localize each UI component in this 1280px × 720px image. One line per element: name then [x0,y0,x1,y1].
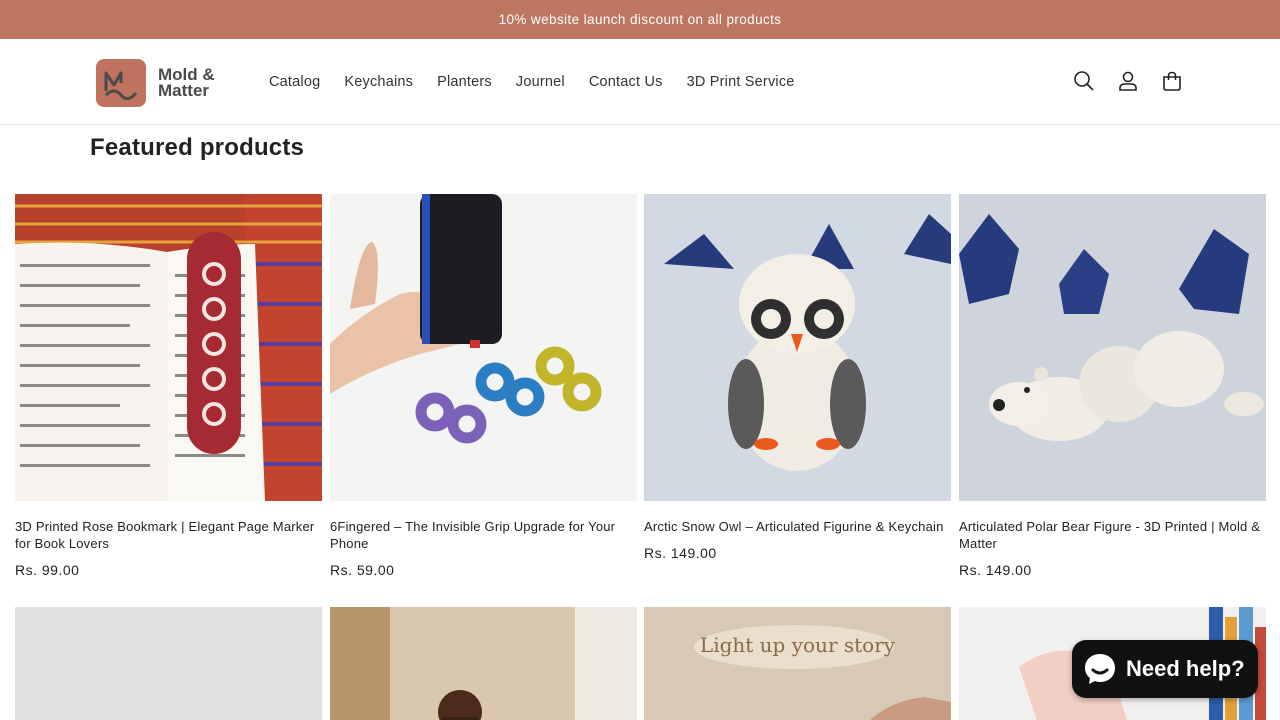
section-title: Featured products [90,134,305,161]
product-price: Rs. 149.00 [959,562,1032,578]
product-card[interactable] [330,607,637,720]
product-title[interactable]: 6Fingered – The Invisible Grip Upgrade f… [330,518,637,552]
product-image[interactable] [15,607,322,720]
product-image[interactable] [644,194,951,501]
product-card[interactable]: Light up your story [644,607,951,720]
product-card[interactable] [15,607,322,720]
product-image[interactable] [330,607,637,720]
product-title[interactable]: 3D Printed Rose Bookmark | Elegant Page … [15,518,322,552]
nav-journel[interactable]: Journel [516,74,565,90]
product-card[interactable]: 3D Printed Rose Bookmark | Elegant Page … [15,194,322,578]
product-card[interactable]: 6Fingered – The Invisible Grip Upgrade f… [330,194,637,578]
image-overlay-text: Light up your story [699,633,896,657]
chat-help-label: Need help? [1126,656,1245,681]
nav-catalog[interactable]: Catalog [269,74,320,90]
nav-keychains[interactable]: Keychains [344,74,413,90]
product-title[interactable]: Arctic Snow Owl – Articulated Figurine &… [644,518,951,535]
search-icon[interactable] [1072,69,1096,93]
product-title[interactable]: Articulated Polar Bear Figure - 3D Print… [959,518,1266,552]
brand-name: Mold & Matter [158,65,215,100]
logo-icon [96,59,146,107]
product-card[interactable]: Articulated Polar Bear Figure - 3D Print… [959,194,1266,578]
brand-logo[interactable]: Mold & Matter [96,59,215,107]
chat-help-button[interactable]: Need help? [1072,640,1258,698]
product-image[interactable] [15,194,322,501]
product-image[interactable] [959,194,1266,501]
product-price: Rs. 59.00 [330,562,395,578]
announcement-bar: 10% website launch discount on all produ… [0,0,1280,39]
site-header: Mold & Matter Catalog Keychains Planters… [0,39,1280,125]
announcement-text: 10% website launch discount on all produ… [498,12,782,27]
product-image[interactable]: Light up your story [644,607,951,720]
account-icon[interactable] [1116,69,1140,93]
product-price: Rs. 149.00 [644,545,717,561]
nav-3d-print-service[interactable]: 3D Print Service [687,74,795,90]
chat-icon [1085,654,1115,684]
nav-contact-us[interactable]: Contact Us [589,74,663,90]
product-card[interactable]: Arctic Snow Owl – Articulated Figurine &… [644,194,951,561]
header-icons [1052,69,1184,93]
product-image[interactable] [330,194,637,501]
nav-planters[interactable]: Planters [437,74,492,90]
cart-icon[interactable] [1160,69,1184,93]
main-nav: Catalog Keychains Planters Journel Conta… [269,39,819,125]
product-price: Rs. 99.00 [15,562,80,578]
